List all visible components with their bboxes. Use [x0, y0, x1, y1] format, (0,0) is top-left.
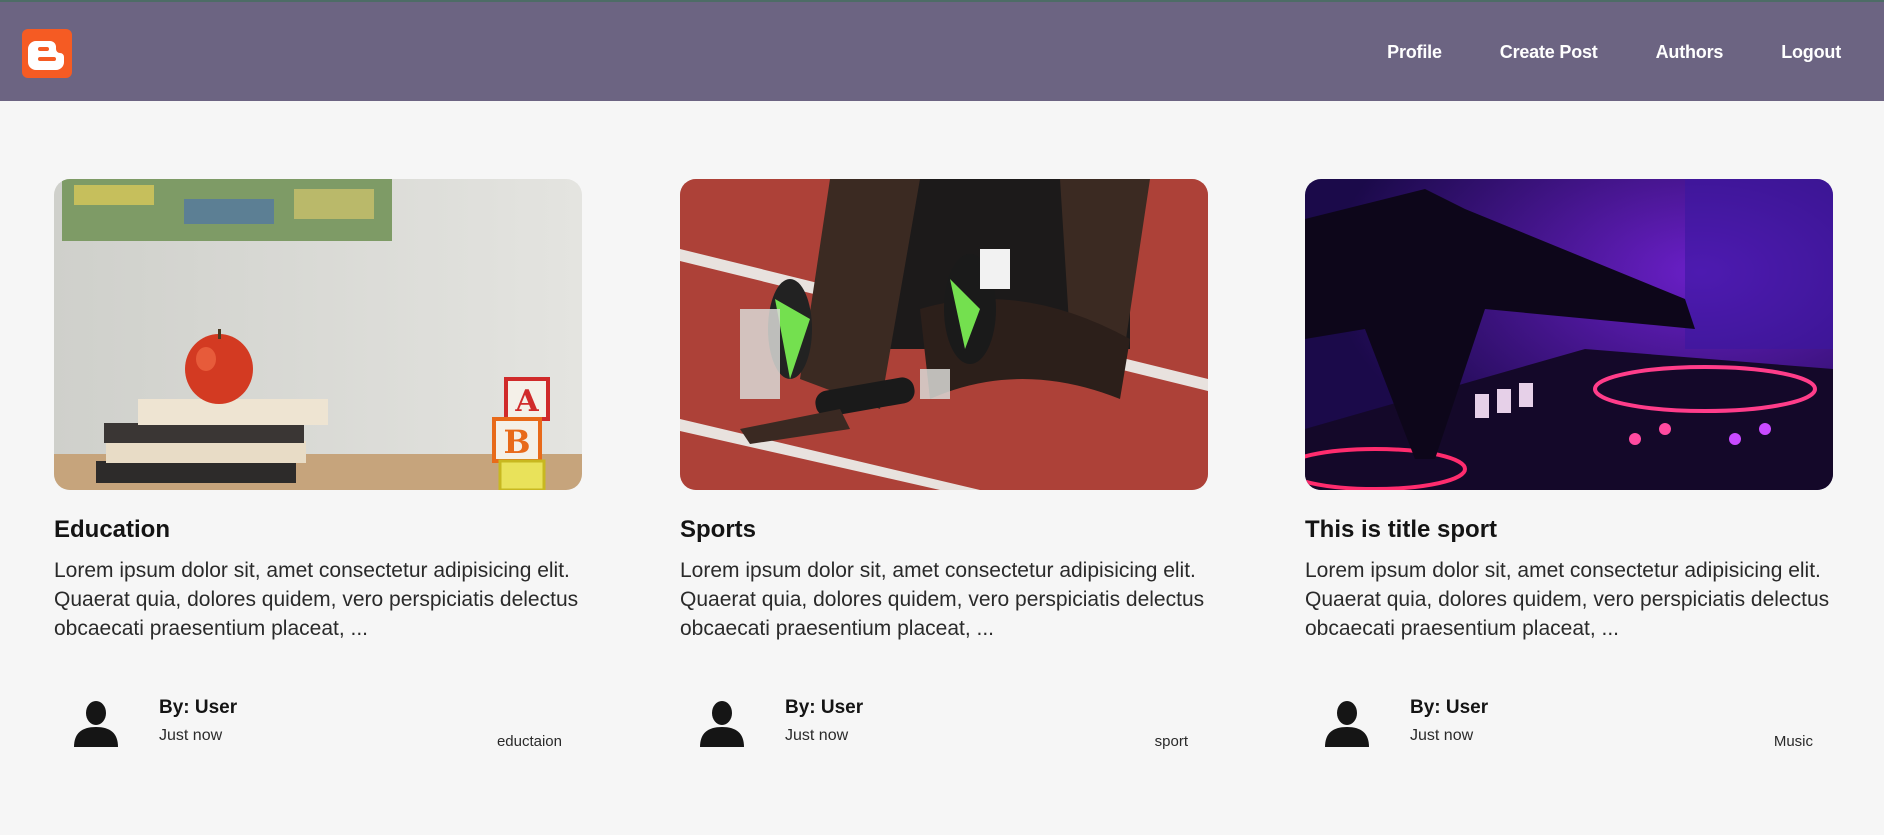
- post-tag[interactable]: sport: [1155, 733, 1188, 750]
- user-avatar-icon: [74, 699, 118, 747]
- nav-link-authors[interactable]: Authors: [1627, 32, 1753, 73]
- post-excerpt: Lorem ipsum dolor sit, amet consectetur …: [1305, 559, 1830, 640]
- post-card[interactable]: A B Education Lorem ipsum dolor sit, ame…: [54, 179, 582, 779]
- post-time: Just now: [1410, 727, 1474, 744]
- post-title[interactable]: Education: [54, 516, 170, 544]
- dj-mixer-purple-image[interactable]: [1305, 179, 1833, 490]
- blogger-logo-icon[interactable]: [22, 29, 72, 78]
- user-avatar-icon: [1325, 699, 1369, 747]
- post-title[interactable]: This is title sport: [1305, 516, 1497, 544]
- post-excerpt: Lorem ipsum dolor sit, amet consectetur …: [680, 559, 1205, 640]
- post-time: Just now: [785, 727, 849, 744]
- sprinter-track-start-image[interactable]: [680, 179, 1208, 490]
- svg-text:B: B: [503, 423, 530, 461]
- post-card[interactable]: Sports Lorem ipsum dolor sit, amet conse…: [680, 179, 1208, 779]
- education-apple-books-blocks-image[interactable]: A B: [54, 179, 582, 490]
- nav-link-logout[interactable]: Logout: [1752, 32, 1870, 73]
- post-tag[interactable]: eductaion: [497, 733, 562, 750]
- post-title[interactable]: Sports: [680, 516, 756, 544]
- post-author: By: User: [1410, 697, 1489, 718]
- post-author: By: User: [785, 697, 864, 718]
- post-time: Just now: [159, 727, 223, 744]
- svg-text:A: A: [514, 384, 539, 419]
- post-tag[interactable]: Music: [1774, 733, 1813, 750]
- post-author: By: User: [159, 697, 238, 718]
- nav-links: Profile Create Post Authors Logout: [1358, 2, 1870, 103]
- post-excerpt: Lorem ipsum dolor sit, amet consectetur …: [54, 559, 579, 640]
- user-avatar-icon: [700, 699, 744, 747]
- navbar: Profile Create Post Authors Logout: [0, 0, 1884, 101]
- post-card[interactable]: This is title sport Lorem ipsum dolor si…: [1305, 179, 1833, 779]
- nav-link-create-post[interactable]: Create Post: [1471, 32, 1627, 73]
- nav-link-profile[interactable]: Profile: [1358, 32, 1471, 73]
